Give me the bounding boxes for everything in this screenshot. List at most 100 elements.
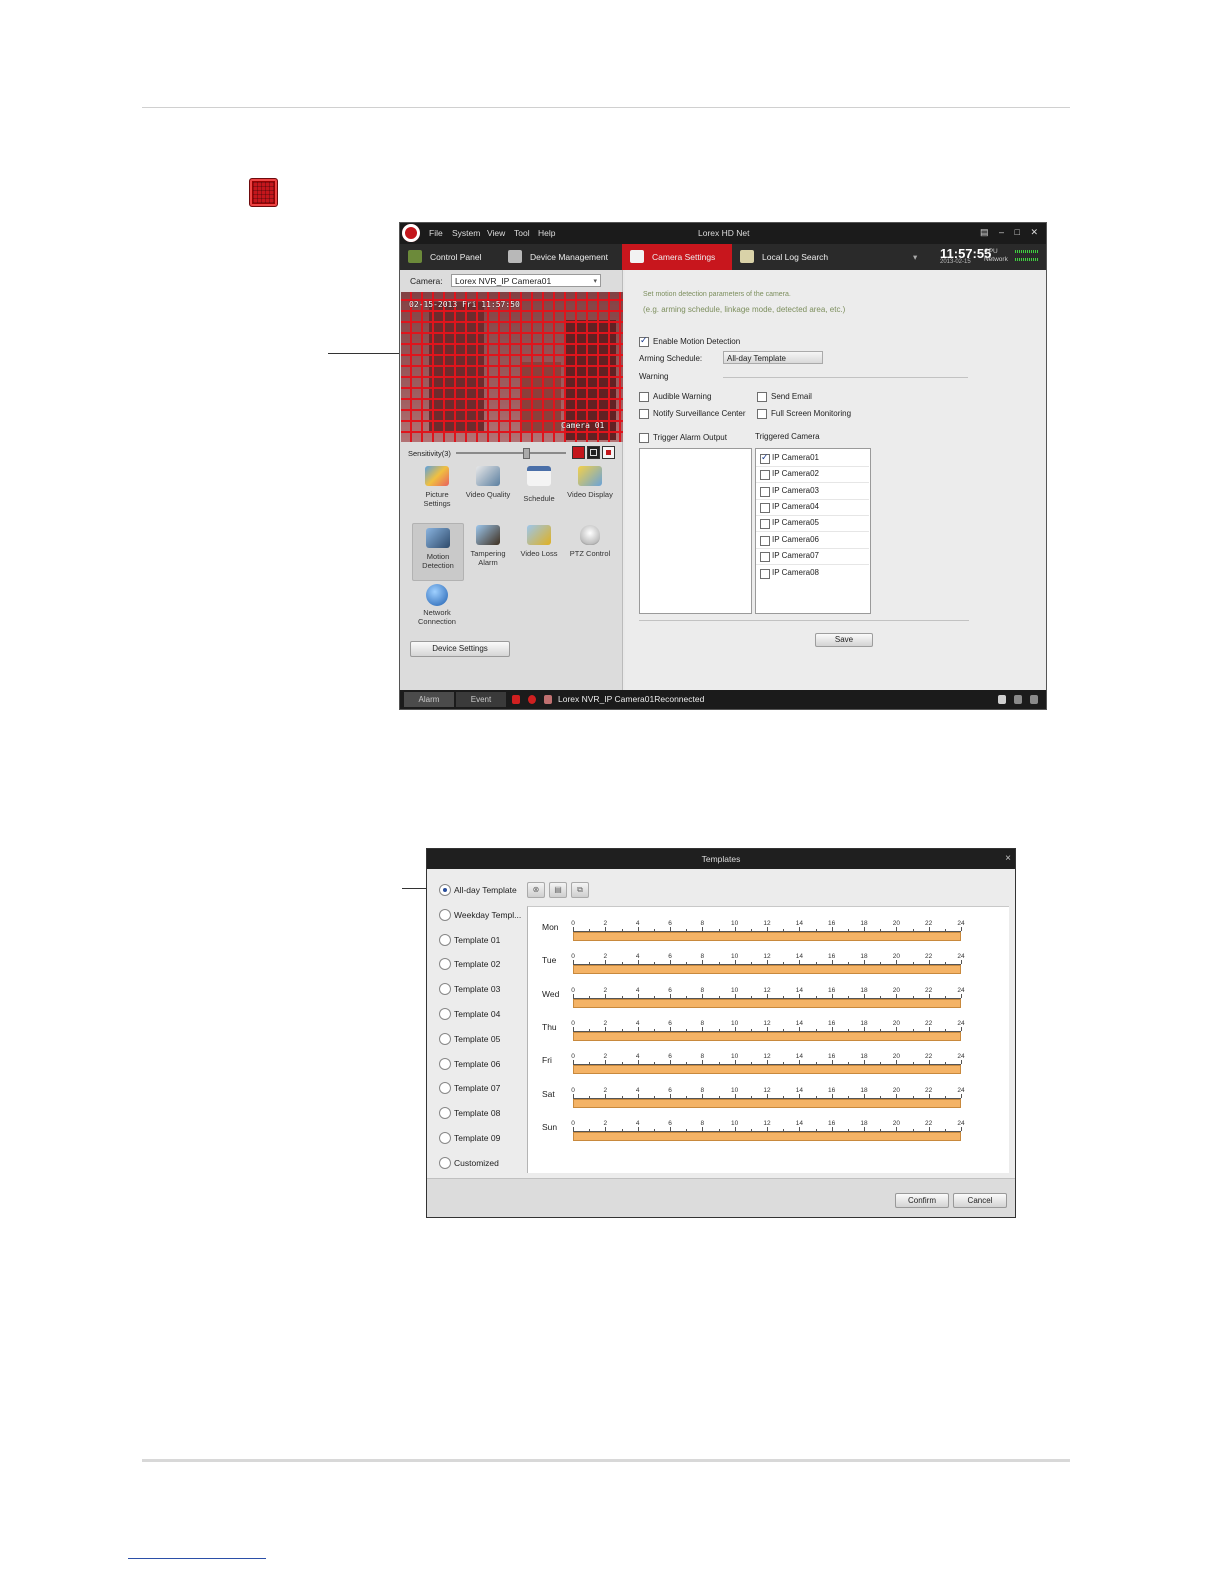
ruler-mark: [896, 960, 898, 965]
list-item[interactable]: IP Camera07: [756, 548, 869, 565]
list-item[interactable]: IP Camera03: [756, 483, 869, 500]
cancel-button[interactable]: Cancel: [953, 1193, 1007, 1208]
tab-overflow-chevron-icon[interactable]: ▾: [913, 244, 923, 270]
camera-checkbox[interactable]: [760, 552, 770, 562]
schedule-bar[interactable]: [573, 965, 961, 975]
pin-icon[interactable]: [998, 695, 1006, 704]
network-connection-button[interactable]: Network Connection: [412, 584, 462, 640]
template-radio[interactable]: [439, 1132, 451, 1144]
tampering-alarm-button[interactable]: Tampering Alarm: [463, 525, 513, 581]
template-radio[interactable]: [439, 958, 451, 971]
ruler-mark: [847, 929, 849, 931]
tab-device-management[interactable]: Device Management: [500, 244, 622, 270]
menu-view[interactable]: View: [487, 228, 505, 238]
schedule-bar[interactable]: [573, 998, 961, 1008]
schedule-button[interactable]: Schedule: [514, 466, 564, 522]
camera-checkbox[interactable]: [760, 519, 770, 529]
camera-checkbox[interactable]: [760, 536, 770, 546]
schedule-bar[interactable]: [573, 1131, 961, 1141]
template-radio[interactable]: [439, 1082, 451, 1095]
template-radio[interactable]: [439, 1156, 451, 1169]
tab-control-panel[interactable]: Control Panel: [400, 244, 500, 270]
audible-warning-checkbox[interactable]: [639, 392, 649, 402]
motion-detection-button[interactable]: Motion Detection: [412, 523, 464, 581]
full-area-icon[interactable]: [587, 446, 600, 459]
template-radio[interactable]: [439, 884, 451, 896]
ruler-mark: [750, 1062, 752, 1065]
picture-settings-button[interactable]: Picture Settings: [412, 466, 462, 522]
clear-area-icon[interactable]: [602, 446, 615, 459]
hour-tick-label: 4: [635, 986, 640, 994]
event-tab[interactable]: Event: [456, 692, 506, 707]
menu-system[interactable]: System: [452, 228, 480, 238]
hour-tick-label: 8: [700, 1053, 705, 1061]
camera-select[interactable]: Lorex NVR_IP Camera01 ▾: [451, 274, 601, 287]
list-item[interactable]: IP Camera02: [756, 466, 869, 483]
templates-dialog: Templates × All-day Template Weekday Temp…: [426, 848, 1016, 1218]
camera-checkbox[interactable]: [760, 503, 770, 513]
video-quality-button[interactable]: Video Quality: [463, 466, 513, 522]
draw-area-icon[interactable]: [572, 446, 585, 459]
tab-local-log-search[interactable]: Local Log Search: [732, 244, 840, 270]
copy-icon[interactable]: ⧉: [571, 882, 589, 898]
camera-checkbox[interactable]: [760, 569, 770, 579]
motion-detection-red-icon: [249, 178, 278, 207]
tab-camera-settings[interactable]: Camera Settings: [622, 244, 732, 270]
notify-center-checkbox[interactable]: [639, 409, 649, 419]
page-bottom-rule: [142, 1459, 1070, 1462]
collapse-icon[interactable]: [1030, 695, 1038, 704]
motion-area-video[interactable]: 02-15-2013 Fri 11:57:50 Camera 01: [401, 292, 623, 442]
device-settings-button[interactable]: Device Settings: [410, 641, 510, 657]
schedule-bar[interactable]: [573, 1065, 961, 1075]
trigger-alarm-checkbox[interactable]: [639, 433, 649, 443]
footer-link-underline: [128, 1558, 266, 1559]
trash-icon[interactable]: [1014, 695, 1022, 704]
hour-tick-label: 14: [795, 953, 803, 961]
menu-tool[interactable]: Tool: [514, 228, 530, 238]
ruler-mark: [702, 927, 704, 931]
list-item[interactable]: IP Camera04: [756, 499, 869, 516]
full-screen-checkbox[interactable]: [757, 409, 767, 419]
template-radio[interactable]: [439, 933, 451, 946]
hour-tick-label: 2: [603, 1019, 608, 1027]
template-radio[interactable]: [439, 1032, 451, 1045]
save-button[interactable]: Save: [815, 633, 873, 647]
clear-icon[interactable]: ⊗: [527, 882, 545, 898]
list-item[interactable]: IP Camera06: [756, 532, 869, 549]
ptz-control-button[interactable]: PTZ Control: [565, 525, 615, 581]
video-loss-button[interactable]: Video Loss: [514, 525, 564, 581]
hour-tick-label: 20: [892, 1086, 900, 1094]
camera-checkbox[interactable]: [760, 487, 770, 497]
alarm-output-list[interactable]: [639, 448, 752, 614]
send-email-checkbox[interactable]: [757, 392, 767, 402]
hour-tick-label: 14: [795, 1019, 803, 1027]
schedule-bar[interactable]: [573, 932, 961, 941]
window-controls[interactable]: ▤ – □ ✕: [980, 227, 1042, 238]
template-radio[interactable]: [439, 1057, 451, 1070]
video-display-button[interactable]: Video Display: [565, 466, 615, 522]
schedule-bar[interactable]: [573, 1031, 961, 1041]
hour-tick-label: 20: [892, 986, 900, 994]
enable-motion-checkbox[interactable]: ✓: [639, 335, 649, 347]
list-item[interactable]: ✓ IP Camera01: [756, 450, 869, 467]
sensitivity-slider-knob[interactable]: [523, 448, 530, 459]
template-radio[interactable]: [439, 1008, 451, 1020]
alarm-tab[interactable]: Alarm: [404, 692, 454, 707]
delete-icon[interactable]: ▤: [549, 882, 567, 898]
arming-schedule-select[interactable]: All-day Template: [723, 351, 823, 364]
template-radio[interactable]: [439, 908, 451, 921]
close-icon[interactable]: ×: [1005, 849, 1011, 869]
menu-file[interactable]: File: [429, 228, 443, 238]
hour-tick-label: 4: [635, 953, 640, 961]
menu-help[interactable]: Help: [538, 228, 555, 238]
list-item[interactable]: IP Camera08: [756, 565, 869, 581]
template-radio[interactable]: [439, 983, 451, 996]
confirm-button[interactable]: Confirm: [895, 1193, 949, 1208]
camera-checkbox[interactable]: [760, 470, 770, 480]
sensitivity-slider[interactable]: [456, 452, 566, 454]
schedule-grid[interactable]: Mon 0 2 4 6 8 10 12 14 16 18 20 22 24 Tue 0 2 4 6 8 10 12 14 16…: [527, 906, 1009, 1173]
list-item[interactable]: IP Camera05: [756, 515, 869, 532]
template-radio[interactable]: [439, 1107, 451, 1120]
schedule-bar[interactable]: [573, 1098, 961, 1108]
camera-checkbox[interactable]: ✓: [760, 452, 770, 464]
